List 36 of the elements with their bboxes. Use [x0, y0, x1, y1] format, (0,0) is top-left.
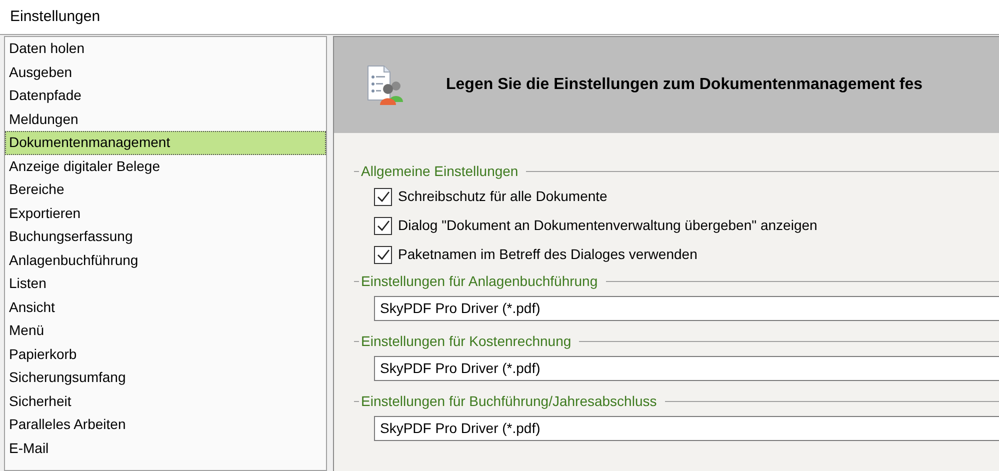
checkbox-label: Dialog "Dokument an Dokumentenverwaltung übergeben" anzeigen: [398, 216, 818, 235]
sidebar-item[interactable]: Buchungserfassung: [5, 225, 326, 248]
sidebar-item[interactable]: Sicherungsumfang: [5, 366, 326, 390]
checkmark-icon: [376, 220, 390, 231]
group-title: Einstellungen für Buchführung/Jahresabschluss: [360, 392, 658, 411]
checkbox[interactable]: [374, 216, 392, 234]
sidebar-item[interactable]: Listen: [5, 272, 326, 296]
printer-field[interactable]: SkyPDF Pro Driver (*.pdf): [374, 356, 999, 381]
checkbox[interactable]: [374, 246, 392, 264]
sidebar-item[interactable]: Meldungen: [5, 108, 326, 131]
printer-field[interactable]: SkyPDF Pro Driver (*.pdf): [374, 416, 999, 441]
group-title: Einstellungen für Kostenrechnung: [360, 332, 572, 351]
sidebar-item[interactable]: Paralleles Arbeiten: [5, 413, 326, 436]
checkmark-icon: [376, 249, 390, 260]
sidebar-item[interactable]: Sicherheit: [5, 390, 326, 413]
window-title: Einstellungen: [10, 6, 100, 27]
header-title: Legen Sie die Einstellungen zum Dokumentenmanagement fes: [446, 75, 923, 95]
sidebar-item[interactable]: Datenpfade: [5, 84, 326, 108]
sidebar-item[interactable]: Dokumentenmanagement: [5, 131, 326, 154]
sidebar-item[interactable]: Menü: [5, 319, 326, 342]
sidebar-item[interactable]: Ausgeben: [5, 60, 326, 84]
sidebar-item[interactable]: Bereiche: [5, 178, 326, 202]
sidebar-item[interactable]: Papierkorb: [5, 342, 326, 366]
sidebar-item[interactable]: Daten holen: [5, 37, 326, 60]
group-title: Allgemeine Einstellungen: [360, 162, 520, 181]
checkbox[interactable]: [374, 188, 392, 206]
checkbox-label: Schreibschutz für alle Dokumente: [398, 187, 608, 206]
group-title: Einstellungen für Anlagenbuchführung: [360, 272, 599, 291]
checkbox-label: Paketnamen im Betreff des Dialoges verwenden: [398, 245, 698, 264]
printer-field[interactable]: SkyPDF Pro Driver (*.pdf): [374, 296, 999, 321]
checkmark-icon: [376, 191, 390, 202]
sidebar-item[interactable]: Ansicht: [5, 296, 326, 319]
sidebar-item[interactable]: Anzeige digitaler Belege: [5, 154, 326, 178]
sidebar-item[interactable]: Exportieren: [5, 202, 326, 225]
sidebar-item[interactable]: Anlagenbuchführung: [5, 248, 326, 272]
sidebar-item[interactable]: E-Mail: [5, 436, 326, 460]
